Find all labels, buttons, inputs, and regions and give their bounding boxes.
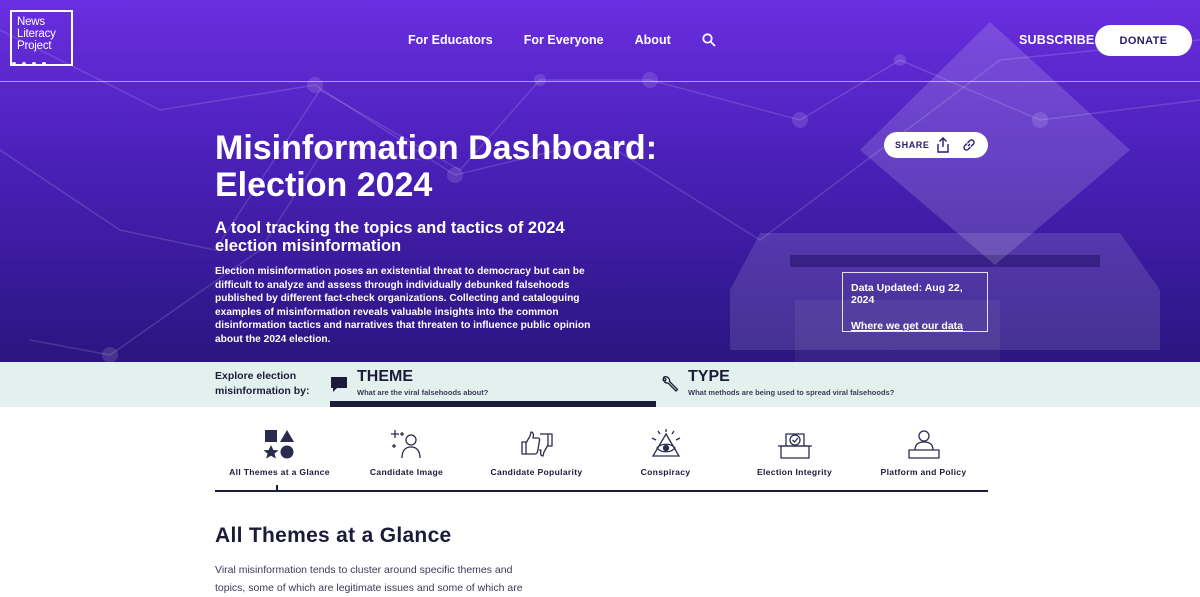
page-title-line-2: Election 2024	[215, 166, 433, 204]
explore-bar: Explore election misinformation by: THEM…	[0, 362, 1200, 407]
tab-theme-desc: What are the viral falsehoods about?	[357, 388, 489, 397]
tab-active-indicator	[330, 401, 656, 407]
site-logo[interactable]: News Literacy Project	[10, 10, 73, 66]
tab-theme[interactable]: THEME What are the viral falsehoods abou…	[330, 362, 656, 407]
theme-conspiracy[interactable]: Conspiracy	[601, 428, 730, 477]
section-body: Viral misinformation tends to cluster ar…	[215, 564, 523, 594]
sparkle-person-icon	[390, 430, 421, 459]
theme-label: All Themes at a Glance	[229, 467, 330, 477]
page-title: Misinformation Dashboard: Election 2024	[215, 130, 715, 204]
logo-line-2: Literacy	[17, 28, 56, 40]
theme-election-integrity[interactable]: Election Integrity	[730, 428, 859, 477]
logo-dots	[12, 62, 46, 66]
donate-button[interactable]: DONATE	[1095, 25, 1192, 56]
theme-candidate-image[interactable]: Candidate Image	[342, 428, 471, 477]
theme-candidate-popularity[interactable]: Candidate Popularity	[472, 428, 601, 477]
intro-paragraph: Election misinformation poses an existen…	[215, 266, 591, 345]
theme-active-indicator	[276, 485, 278, 492]
link-icon[interactable]	[961, 137, 977, 153]
data-info-box: Data Updated: Aug 22, 2024 Where we get …	[842, 272, 988, 332]
wrench-icon	[662, 376, 679, 392]
data-sources-link[interactable]: Where we get our data	[851, 320, 987, 332]
tab-type[interactable]: TYPE What methods are being used to spre…	[661, 362, 981, 407]
share-label: SHARE	[895, 140, 930, 150]
eye-pyramid-icon	[651, 429, 680, 457]
logo-line-1: News	[17, 16, 45, 28]
podium-person-icon	[907, 430, 940, 459]
main-nav: For Educators For Everyone About	[408, 33, 716, 47]
tab-theme-title: THEME	[357, 368, 413, 385]
nav-link-educators[interactable]: For Educators	[408, 33, 493, 47]
speech-bubble-icon	[331, 377, 347, 392]
subscribe-link[interactable]: SUBSCRIBE	[1019, 33, 1094, 47]
thumbs-icon	[520, 431, 553, 457]
theme-platform-policy[interactable]: Platform and Policy	[859, 428, 988, 477]
explore-label: Explore election misinformation by:	[215, 370, 310, 397]
theme-label: Candidate Image	[369, 467, 444, 477]
section-title: All Themes at a Glance	[215, 524, 452, 547]
shapes-icon	[263, 430, 294, 459]
page-subtitle: A tool tracking the topics and tactics o…	[215, 219, 565, 255]
nav-divider	[0, 81, 1200, 82]
theme-label: Election Integrity	[756, 467, 833, 477]
theme-label: Platform and Policy	[880, 467, 967, 477]
theme-label: Conspiracy	[640, 467, 691, 477]
page-title-line-1: Misinformation Dashboard:	[215, 129, 658, 167]
hero-banner: News Literacy Project For Educators For …	[0, 0, 1200, 362]
tab-type-title: TYPE	[688, 368, 730, 385]
nav-link-everyone[interactable]: For Everyone	[524, 33, 604, 47]
search-icon[interactable]	[702, 33, 716, 47]
ballot-box-icon	[777, 433, 812, 459]
share-widget: SHARE	[884, 132, 988, 158]
data-updated-text: Data Updated: Aug 22, 2024	[851, 282, 963, 306]
theme-filter-row: All Themes at a Glance Candidate Image C…	[215, 428, 988, 492]
share-icon[interactable]	[935, 137, 951, 153]
tab-type-desc: What methods are being used to spread vi…	[688, 388, 895, 397]
theme-all[interactable]: All Themes at a Glance	[215, 428, 344, 477]
theme-label: Candidate Popularity	[490, 467, 583, 477]
logo-line-3: Project	[17, 40, 52, 52]
nav-link-about[interactable]: About	[635, 33, 671, 47]
